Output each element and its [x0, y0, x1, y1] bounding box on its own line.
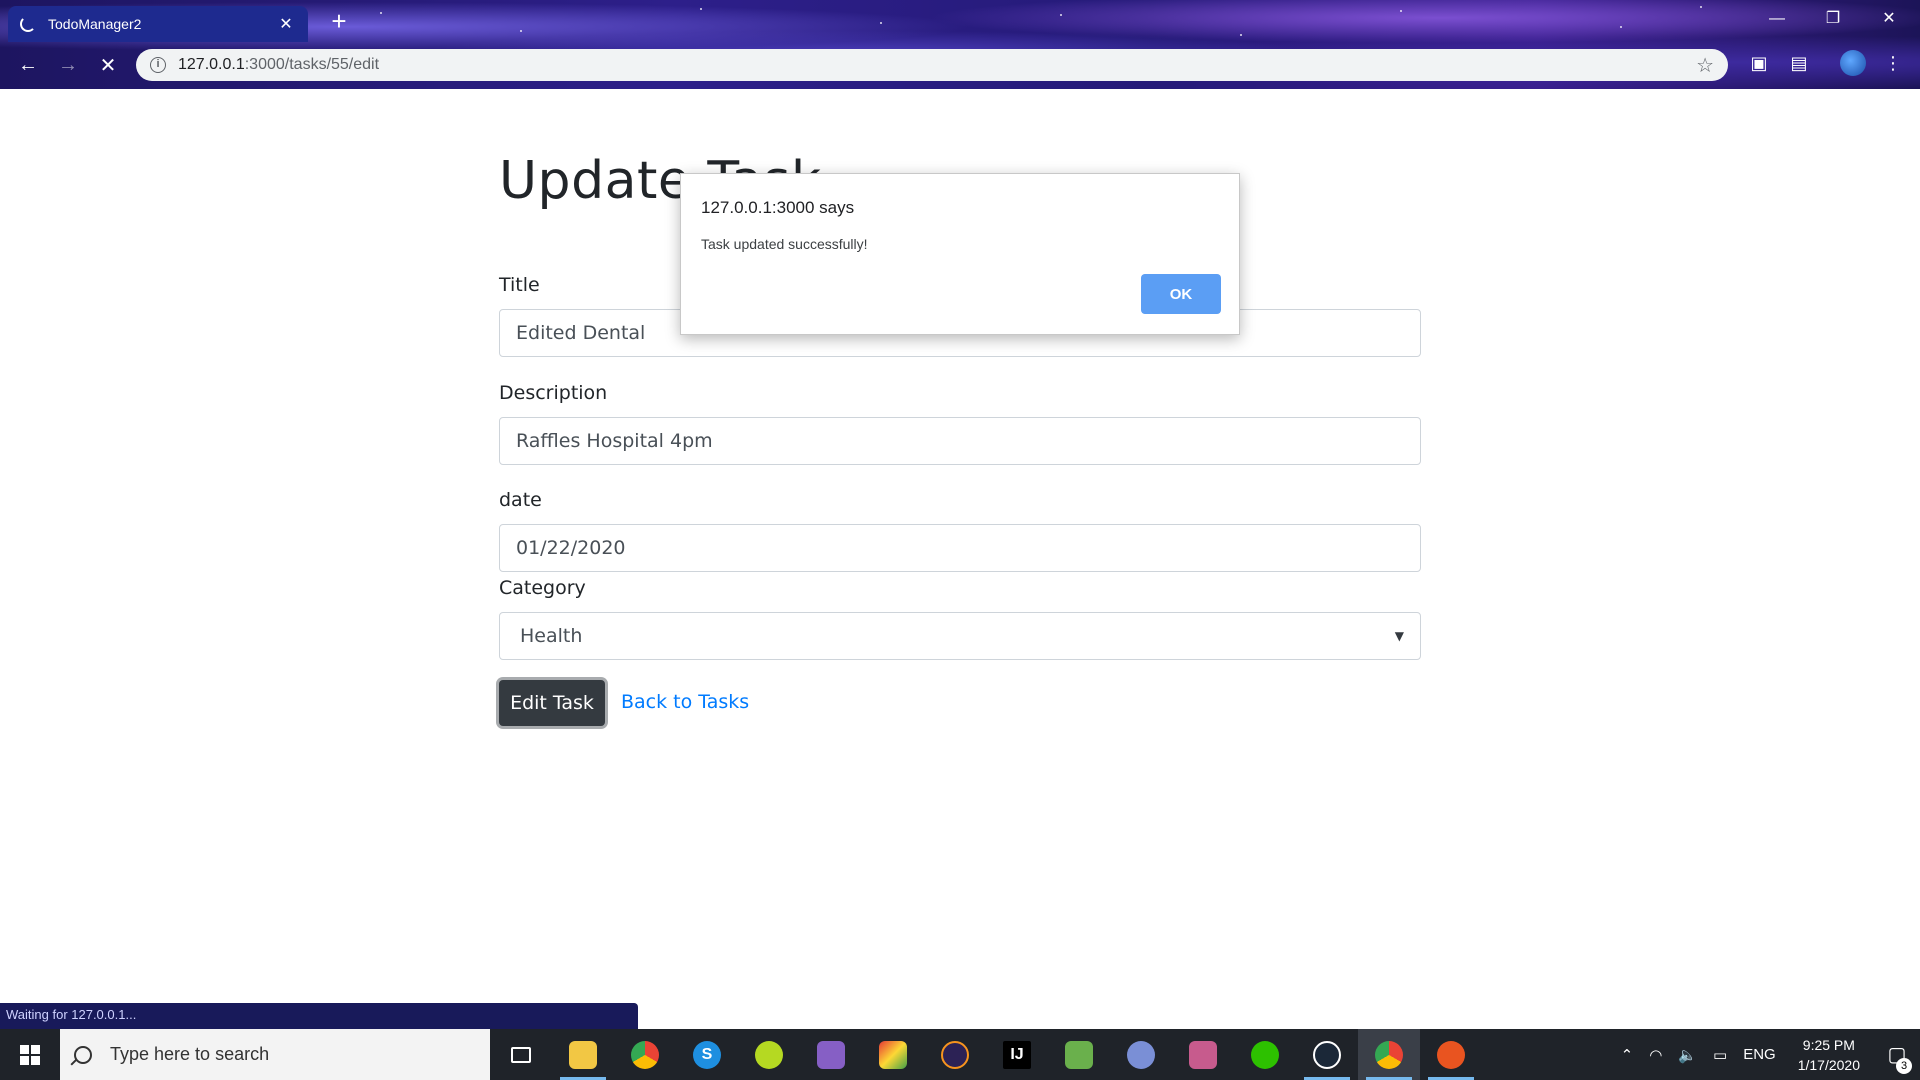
- url-host: 127.0.0.1: [178, 56, 245, 73]
- stop-loading-icon[interactable]: ✕: [88, 53, 128, 78]
- taskbar: Type here to search S IJ ⌃ ◠ 🔈 ▭ ENG 9:2…: [0, 1029, 1920, 1080]
- tab-title: TodoManager2: [48, 16, 142, 32]
- minimize-button[interactable]: —: [1754, 4, 1800, 34]
- title-input-value: Edited Dental: [516, 322, 646, 344]
- star-decoration: [520, 30, 522, 32]
- browser-toolbar: ← → ✕ i 127.0.0.1:3000/tasks/55/edit ☆: [0, 42, 1920, 89]
- date-label: date: [499, 489, 542, 511]
- close-window-button[interactable]: ✕: [1866, 4, 1912, 34]
- app-colorful-icon[interactable]: [862, 1029, 924, 1080]
- bookmark-star-icon[interactable]: ☆: [1696, 53, 1714, 78]
- dialog-message: Task updated successfully!: [701, 236, 868, 252]
- category-select[interactable]: Health ▼: [499, 612, 1421, 660]
- task-view-icon[interactable]: [490, 1029, 552, 1080]
- notification-center-icon[interactable]: ▢ 3: [1874, 1029, 1920, 1080]
- star-decoration: [880, 22, 882, 24]
- chrome-icon[interactable]: [614, 1029, 676, 1080]
- star-decoration: [1620, 26, 1622, 28]
- search-icon: [74, 1045, 92, 1064]
- description-input-value: Raffles Hospital 4pm: [516, 430, 713, 452]
- taskbar-search[interactable]: Type here to search: [60, 1029, 490, 1080]
- category-label: Category: [499, 577, 586, 599]
- file-explorer-icon[interactable]: [552, 1029, 614, 1080]
- star-decoration: [1400, 10, 1402, 12]
- date-input[interactable]: 01/22/2020: [499, 524, 1421, 572]
- wifi-icon[interactable]: ◠: [1641, 1046, 1670, 1064]
- edit-task-button[interactable]: Edit Task: [499, 680, 605, 726]
- steam-icon[interactable]: [1296, 1029, 1358, 1080]
- chrome-active-icon[interactable]: [1358, 1029, 1420, 1080]
- browser-chrome: TodoManager2 ✕ + — ❐ ✕ ← → ✕ i 127.0.0.1…: [0, 0, 1920, 89]
- loading-spinner-icon: [20, 16, 36, 32]
- skype-icon[interactable]: S: [676, 1029, 738, 1080]
- app-green-yellow-icon[interactable]: [738, 1029, 800, 1080]
- star-decoration: [700, 8, 702, 10]
- date-input-value: 01/22/2020: [516, 537, 626, 559]
- restore-button[interactable]: ❐: [1810, 4, 1856, 34]
- eclipse-icon[interactable]: [924, 1029, 986, 1080]
- chevron-up-icon[interactable]: ⌃: [1613, 1046, 1642, 1064]
- new-tab-button[interactable]: +: [326, 8, 352, 34]
- ubuntu-icon[interactable]: [1420, 1029, 1482, 1080]
- dialog-title: 127.0.0.1:3000 says: [701, 198, 855, 217]
- clock-time: 9:25 PM: [1802, 1036, 1855, 1053]
- star-decoration: [1060, 14, 1062, 16]
- description-input[interactable]: Raffles Hospital 4pm: [499, 417, 1421, 465]
- intellij-icon[interactable]: IJ: [986, 1029, 1048, 1080]
- url-path: :3000/tasks/55/edit: [244, 56, 380, 73]
- start-button[interactable]: [0, 1029, 60, 1080]
- profile-avatar[interactable]: [1840, 50, 1866, 76]
- address-bar[interactable]: i 127.0.0.1:3000/tasks/55/edit ☆: [136, 49, 1728, 81]
- extension-translate-icon[interactable]: ▤: [1786, 50, 1812, 76]
- alert-dialog: 127.0.0.1:3000 says Task updated success…: [680, 173, 1240, 335]
- clock-date: 1/17/2020: [1797, 1056, 1860, 1073]
- app-gear-icon[interactable]: [1172, 1029, 1234, 1080]
- extension-reader-icon[interactable]: ▣: [1746, 50, 1772, 76]
- menu-kebab-icon[interactable]: ⋮: [1880, 50, 1906, 76]
- app-landscape-icon[interactable]: [1048, 1029, 1110, 1080]
- title-label: Title: [499, 274, 540, 296]
- back-arrow-icon[interactable]: ←: [8, 54, 48, 77]
- forward-arrow-icon[interactable]: →: [48, 54, 88, 77]
- notification-badge: 3: [1896, 1058, 1912, 1074]
- star-decoration: [380, 12, 382, 14]
- back-to-tasks-link[interactable]: Back to Tasks: [621, 691, 749, 713]
- info-icon[interactable]: i: [150, 57, 166, 73]
- language-indicator[interactable]: ENG: [1735, 1046, 1784, 1063]
- tab-close-icon[interactable]: ✕: [276, 14, 296, 34]
- dialog-ok-button[interactable]: OK: [1141, 274, 1221, 314]
- category-select-value: Health: [520, 625, 583, 647]
- star-decoration: [1700, 6, 1702, 8]
- system-tray: ⌃ ◠ 🔈 ▭ ENG 9:25 PM 1/17/2020 ▢ 3: [1613, 1029, 1920, 1080]
- wechat-icon[interactable]: [1234, 1029, 1296, 1080]
- description-label: Description: [499, 382, 608, 404]
- browser-tab[interactable]: TodoManager2 ✕: [8, 6, 308, 42]
- windows-logo-icon: [20, 1044, 40, 1065]
- status-bubble: Waiting for 127.0.0.1...: [0, 1003, 638, 1029]
- star-decoration: [1240, 34, 1242, 36]
- clock[interactable]: 9:25 PM 1/17/2020: [1784, 1035, 1874, 1075]
- visual-studio-icon[interactable]: [800, 1029, 862, 1080]
- search-placeholder: Type here to search: [110, 1044, 270, 1064]
- battery-icon[interactable]: ▭: [1705, 1046, 1735, 1064]
- chevron-down-icon: ▼: [1394, 629, 1404, 643]
- volume-icon[interactable]: 🔈: [1670, 1046, 1705, 1064]
- page-content: Update Task Title Edited Dental Descript…: [0, 89, 1920, 1029]
- app-dolphin-icon[interactable]: [1110, 1029, 1172, 1080]
